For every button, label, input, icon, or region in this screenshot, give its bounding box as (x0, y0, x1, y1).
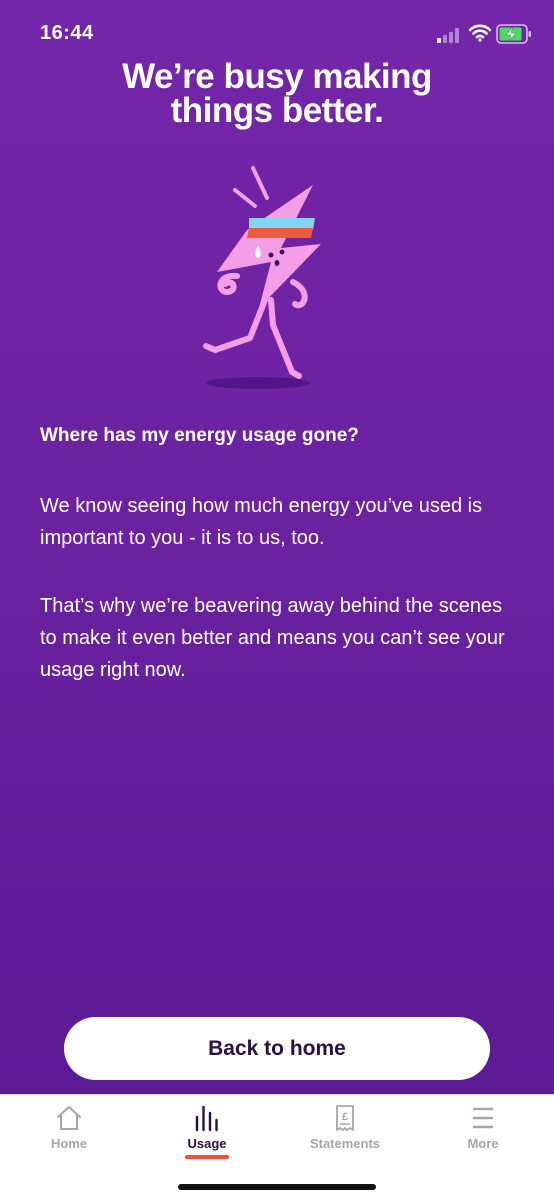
usage-unavailable-screen: 16:44 We’re busy making things better. W… (0, 0, 554, 1094)
bottom-tab-bar: Home Usage £ Statements More (0, 1094, 554, 1200)
hamburger-menu-icon (472, 1107, 494, 1129)
tab-more[interactable]: More (414, 1095, 552, 1175)
tab-statements[interactable]: £ Statements (276, 1095, 414, 1175)
page-title-line-2: things better. (170, 91, 384, 130)
section-heading: Where has my energy usage gone? (40, 425, 359, 446)
svg-text:£: £ (342, 1111, 348, 1123)
bar-chart-icon (195, 1105, 218, 1132)
page-title: We’re busy making things better. (0, 57, 554, 130)
tab-statements-label: Statements (309, 1136, 381, 1151)
cellular-signal-icon (437, 28, 459, 43)
tab-home[interactable]: Home (0, 1095, 138, 1175)
active-tab-indicator (185, 1155, 229, 1159)
house-icon (57, 1106, 81, 1130)
page-title-line-1: We’re busy making (122, 57, 432, 96)
wifi-icon (469, 24, 491, 42)
status-time: 16:44 (40, 22, 94, 44)
explanation-paragraph-1: We know seeing how much energy you’ve us… (40, 495, 483, 549)
home-indicator[interactable] (178, 1184, 376, 1190)
tab-usage-label: Usage (187, 1136, 227, 1151)
tab-home-label: Home (50, 1136, 88, 1151)
tab-usage[interactable]: Usage (138, 1095, 276, 1175)
pound-receipt-icon: £ (336, 1105, 354, 1131)
busy-mascot-illustration (203, 166, 321, 389)
tab-more-label: More (467, 1136, 499, 1151)
back-to-home-button[interactable]: Back to home (64, 1017, 490, 1080)
explanation-text: Where has my energy usage gone? We know … (40, 422, 520, 722)
battery-charging-icon (496, 24, 531, 44)
explanation-paragraph-2: That’s why we’re beavering away behind t… (40, 595, 505, 681)
